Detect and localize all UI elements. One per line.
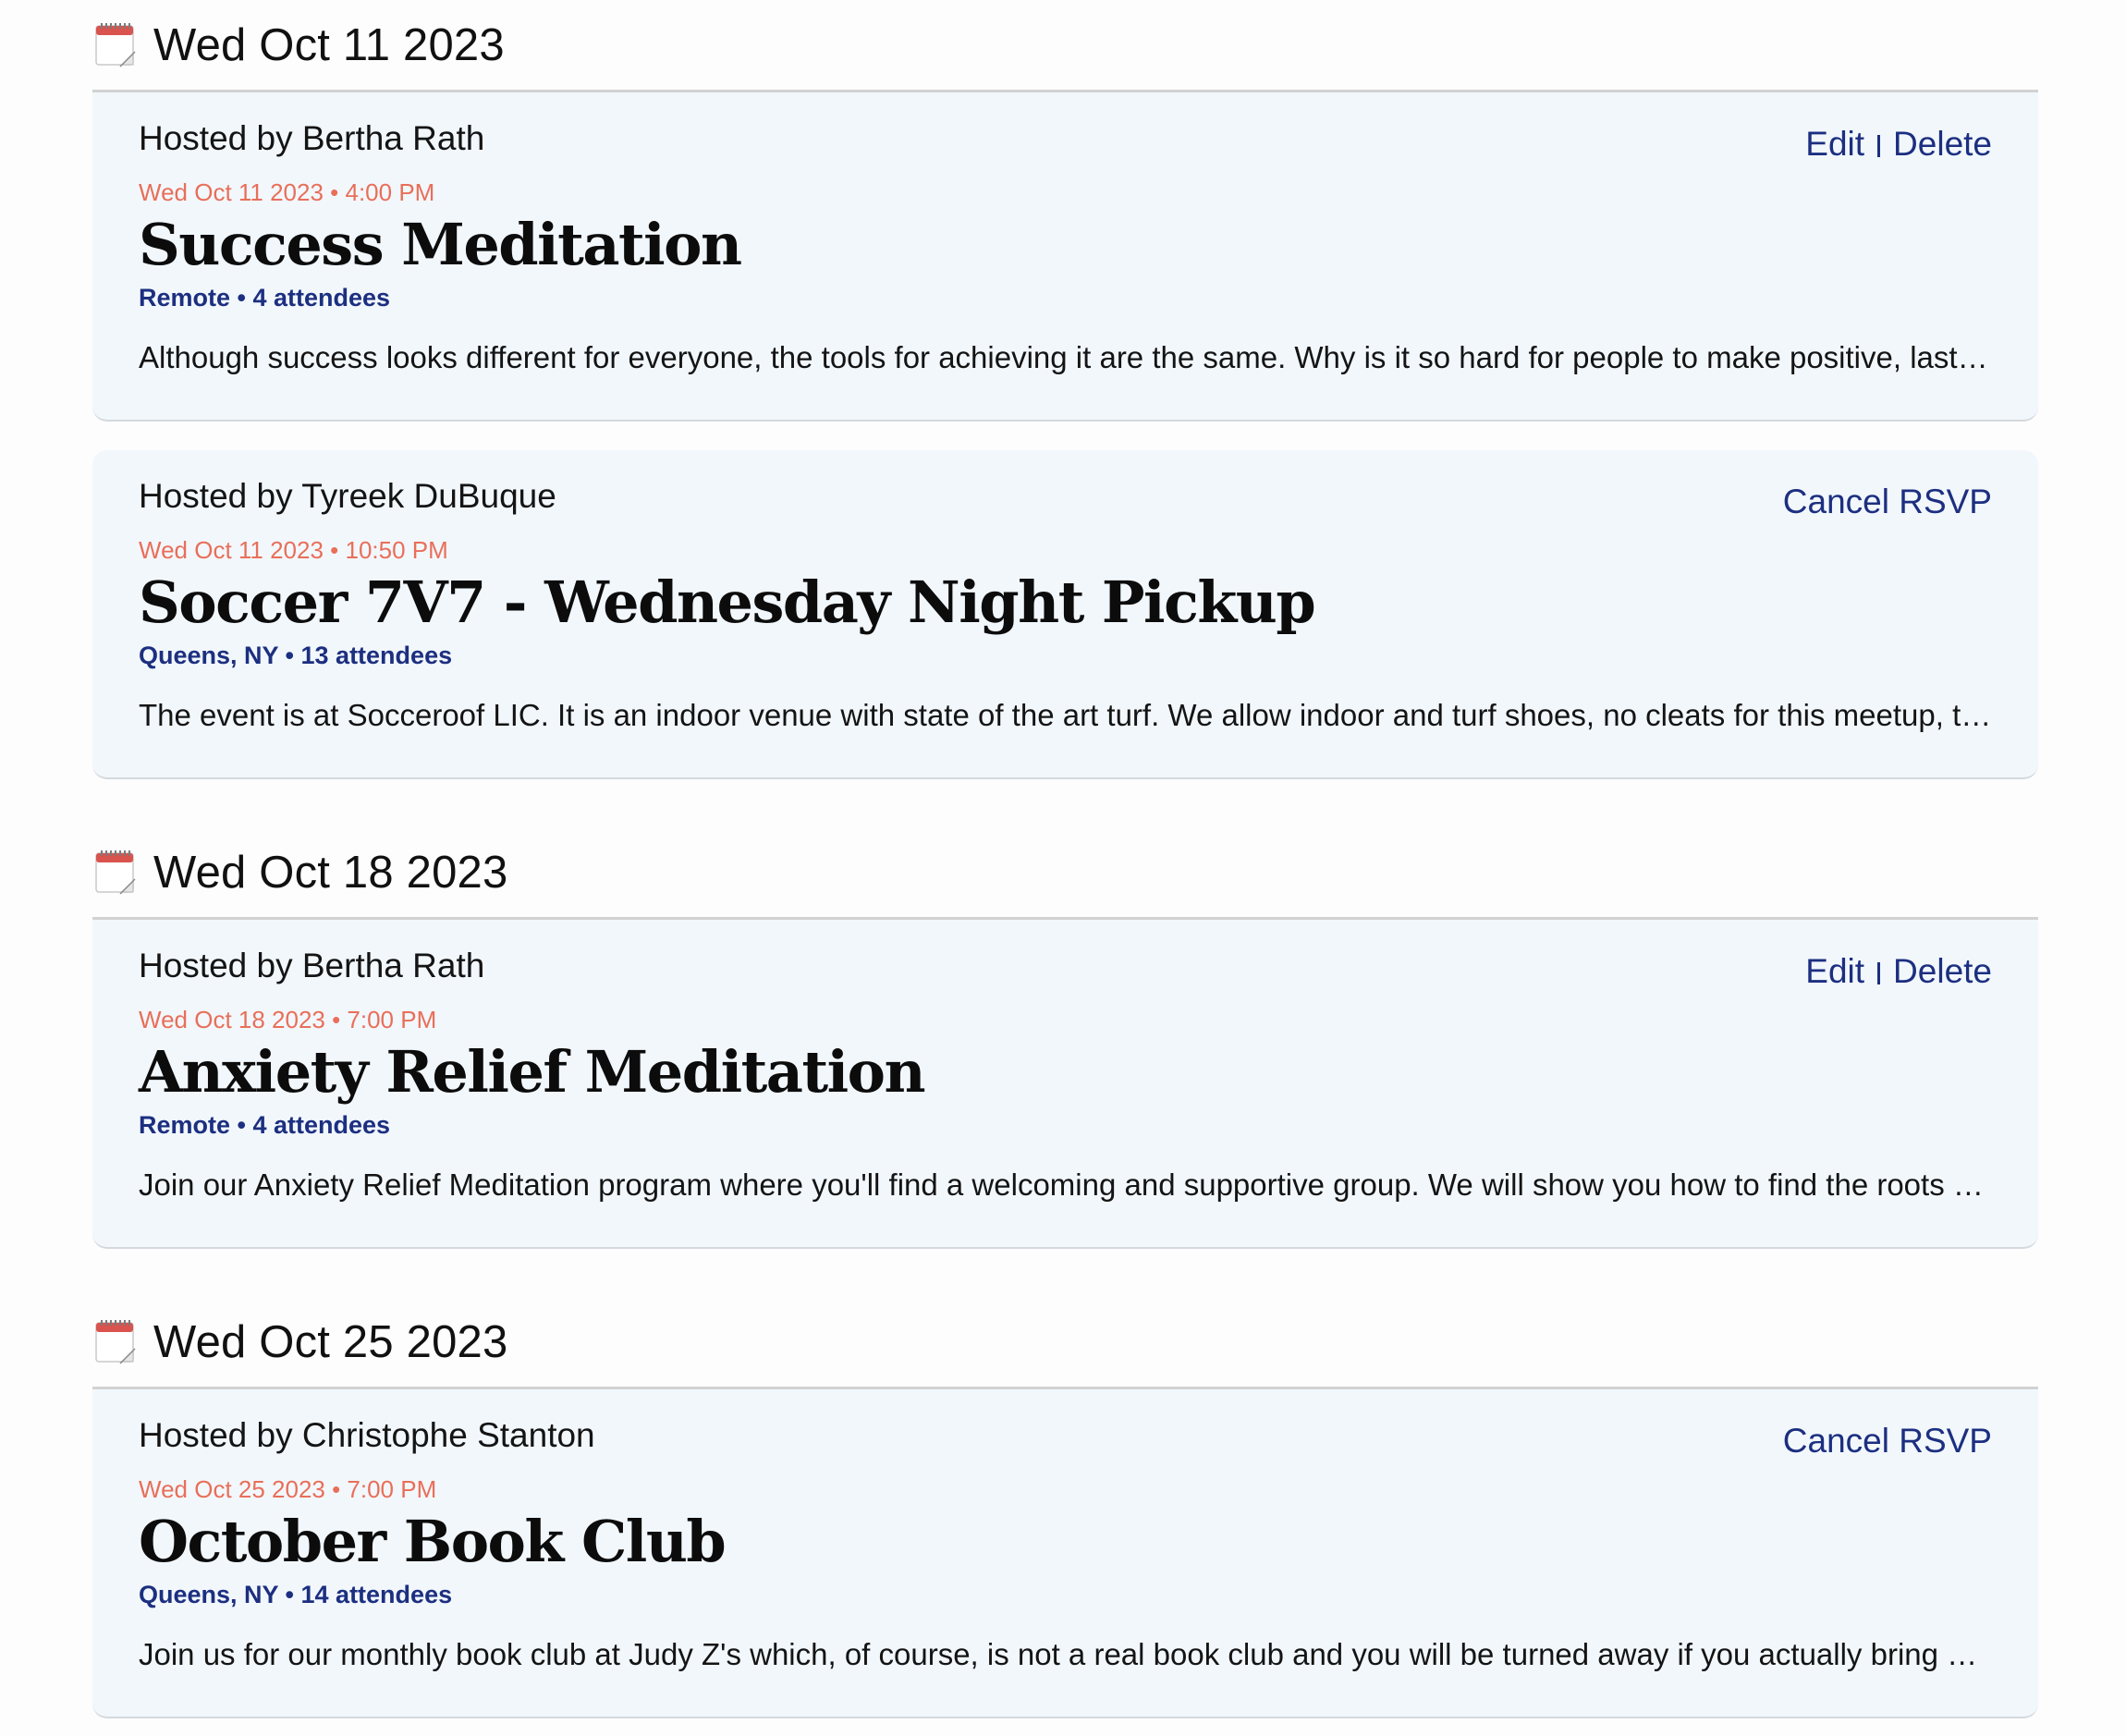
- action-divider: [1877, 962, 1881, 984]
- day-group: Wed Oct 25 2023 Hosted by Christophe Sta…: [92, 1297, 2038, 1718]
- calendar-icon: [95, 850, 136, 895]
- edit-link[interactable]: Edit: [1805, 125, 1864, 164]
- event-title[interactable]: Anxiety Relief Meditation: [139, 1037, 1992, 1107]
- event-description: Join our Anxiety Relief Meditation progr…: [139, 1168, 1992, 1202]
- event-location-attendees: Queens, NY • 14 attendees: [139, 1581, 453, 1608]
- host-label: Hosted by Christophe Stanton: [139, 1416, 595, 1454]
- event-datetime: Wed Oct 18 2023 • 7:00 PM: [139, 1006, 437, 1033]
- event-datetime: Wed Oct 11 2023 • 4:00 PM: [139, 178, 435, 206]
- event-actions: Cancel RSVP: [1783, 1422, 1992, 1461]
- event-actions: Edit Delete: [1805, 125, 1992, 164]
- day-group: Wed Oct 18 2023 Hosted by Bertha Rath Ed…: [92, 827, 2038, 1249]
- event-title[interactable]: Success Meditation: [139, 210, 1992, 280]
- event-description: Although success looks different for eve…: [139, 340, 1992, 374]
- event-card[interactable]: Hosted by Bertha Rath Edit Delete Wed Oc…: [92, 920, 2038, 1249]
- event-description: The event is at Socceroof LIC. It is an …: [139, 698, 1992, 732]
- event-actions: Edit Delete: [1805, 952, 1992, 991]
- date-heading: Wed Oct 25 2023: [153, 1316, 508, 1367]
- delete-link[interactable]: Delete: [1893, 952, 1992, 991]
- action-divider: [1877, 135, 1881, 157]
- delete-link[interactable]: Delete: [1893, 125, 1992, 164]
- edit-link[interactable]: Edit: [1805, 952, 1864, 991]
- date-heading: Wed Oct 11 2023: [153, 19, 505, 70]
- date-heading: Wed Oct 18 2023: [153, 847, 508, 898]
- cancel-rsvp-link[interactable]: Cancel RSVP: [1783, 483, 1992, 521]
- event-card[interactable]: Hosted by Christophe Stanton Cancel RSVP…: [92, 1389, 2038, 1718]
- cancel-rsvp-link[interactable]: Cancel RSVP: [1783, 1422, 1992, 1461]
- host-label: Hosted by Tyreek DuBuque: [139, 477, 556, 515]
- event-datetime: Wed Oct 25 2023 • 7:00 PM: [139, 1475, 437, 1503]
- event-datetime: Wed Oct 11 2023 • 10:50 PM: [139, 536, 448, 564]
- event-title[interactable]: Soccer 7V7 - Wednesday Night Pickup: [139, 568, 1992, 638]
- event-location-attendees: Queens, NY • 13 attendees: [139, 642, 453, 669]
- host-label: Hosted by Bertha Rath: [139, 119, 485, 157]
- calendar-icon: [95, 22, 136, 67]
- event-location-attendees: Remote • 4 attendees: [139, 284, 391, 312]
- host-label: Hosted by Bertha Rath: [139, 947, 485, 984]
- event-title[interactable]: October Book Club: [139, 1507, 1992, 1577]
- calendar-icon: [95, 1319, 136, 1364]
- event-card[interactable]: Hosted by Tyreek DuBuque Cancel RSVP Wed…: [92, 450, 2038, 779]
- event-actions: Cancel RSVP: [1783, 483, 1992, 521]
- event-description: Join us for our monthly book club at Jud…: [139, 1637, 1992, 1671]
- event-location-attendees: Remote • 4 attendees: [139, 1111, 391, 1139]
- day-header: Wed Oct 25 2023: [92, 1297, 2038, 1389]
- event-card[interactable]: Hosted by Bertha Rath Edit Delete Wed Oc…: [92, 92, 2038, 422]
- day-group: Wed Oct 11 2023 Hosted by Bertha Rath Ed…: [92, 0, 2038, 779]
- day-header: Wed Oct 18 2023: [92, 827, 2038, 920]
- events-page: Wed Oct 11 2023 Hosted by Bertha Rath Ed…: [0, 0, 2126, 1736]
- day-header: Wed Oct 11 2023: [92, 0, 2038, 92]
